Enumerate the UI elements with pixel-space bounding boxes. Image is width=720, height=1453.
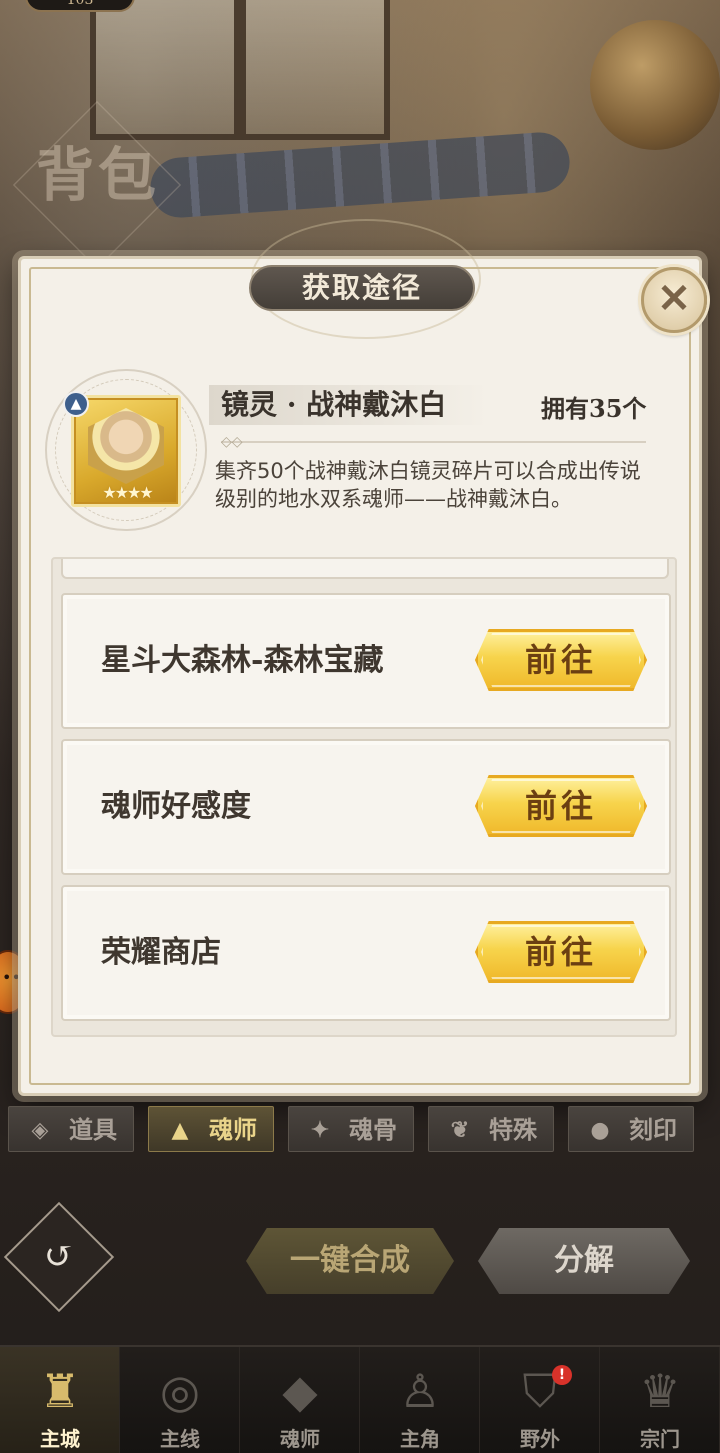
- divider-ornament: ◇◇: [221, 434, 243, 450]
- chain-decoration: [148, 130, 572, 220]
- nav-label: 主线: [160, 1427, 200, 1451]
- window-decoration: [90, 0, 390, 140]
- character-portrait: [88, 408, 164, 484]
- acquire-source-dialog: 获取途径 ✕ ★★★★ ▲ 镜灵 · 战神戴沐白 拥有35个 ◇◇ 集齐50个战…: [18, 219, 707, 1096]
- tab-special[interactable]: ❦ 特殊: [428, 1106, 554, 1152]
- source-row: 荣耀商店 前往: [61, 885, 671, 1021]
- source-name: 星斗大森林-森林宝藏: [101, 643, 384, 678]
- tab-label: 特殊: [489, 1115, 537, 1144]
- owned-count: 拥有35个: [541, 394, 647, 423]
- nav-label: 主城: [40, 1427, 80, 1451]
- soul-bone-icon: ✦: [310, 1117, 330, 1143]
- one-click-merge-button[interactable]: 一键合成: [246, 1228, 454, 1294]
- nav-wilderness[interactable]: ⛉ ! 野外: [480, 1347, 600, 1453]
- tab-label: 魂师: [209, 1115, 257, 1144]
- tab-label: 道具: [69, 1115, 117, 1144]
- bottom-navigation: ♜ 主城 ◎ 主线 ◆ 魂师 ♙ 主角 ⛉ ! 野外 ♛ 宗门: [0, 1345, 720, 1453]
- item-icon[interactable]: ★★★★: [71, 395, 181, 507]
- nav-main-line[interactable]: ◎ 主线: [120, 1347, 240, 1453]
- item-description: 集齐50个战神戴沐白镜灵碎片可以合成出传说级别的地水双系魂师——战神戴沐白。: [215, 459, 641, 511]
- wing-icon: ❦: [450, 1117, 470, 1143]
- go-button[interactable]: 前往: [475, 629, 647, 691]
- crest-icon: ♛: [639, 1364, 681, 1418]
- star-rating: ★★★★: [102, 483, 153, 502]
- notification-badge: !: [552, 1365, 572, 1385]
- source-name: 魂师好感度: [101, 789, 251, 824]
- nav-label: 主角: [400, 1427, 440, 1451]
- nav-protagonist[interactable]: ♙ 主角: [360, 1347, 480, 1453]
- source-row: 星斗大森林-森林宝藏 前往: [61, 593, 671, 729]
- soul-master-icon: ▲: [171, 1117, 189, 1143]
- tab-soul-masters[interactable]: ▲ 魂师: [148, 1106, 274, 1152]
- go-button[interactable]: 前往: [475, 775, 647, 837]
- element-badge-icon: ▲: [63, 391, 89, 417]
- go-button[interactable]: 前往: [475, 921, 647, 983]
- tab-soul-bones[interactable]: ✦ 魂骨: [288, 1106, 414, 1152]
- crystal-icon: ◆: [282, 1364, 318, 1418]
- items-icon: ◈: [31, 1117, 49, 1143]
- nav-label: 魂师: [280, 1427, 320, 1451]
- bag-title: 背包: [36, 141, 161, 209]
- decompose-button[interactable]: 分解: [478, 1228, 690, 1294]
- nav-label: 野外: [520, 1427, 560, 1451]
- castle-icon: ♜: [39, 1364, 81, 1418]
- hooded-figure-icon: ♙: [399, 1364, 441, 1418]
- list-item-partial: [61, 559, 669, 579]
- category-tabs: ◈ 道具 ▲ 魂师 ✦ 魂骨 ❦ 特殊 ● 刻印: [8, 1106, 720, 1154]
- tab-items[interactable]: ◈ 道具: [8, 1106, 134, 1152]
- tab-label: 魂骨: [349, 1115, 397, 1144]
- nav-label: 宗门: [640, 1427, 680, 1451]
- item-name: 镜灵 · 战神戴沐白: [209, 385, 489, 425]
- globe-decoration: [590, 20, 720, 150]
- level-badge: 103: [25, 0, 135, 12]
- tab-label: 刻印: [629, 1115, 677, 1144]
- source-list[interactable]: 星斗大森林-森林宝藏 前往 魂师好感度 前往 荣耀商店 前往: [51, 557, 677, 1037]
- nav-main-city[interactable]: ♜ 主城: [0, 1347, 120, 1453]
- divider: [221, 441, 646, 443]
- portal-icon: ◎: [159, 1364, 201, 1418]
- nav-soul-masters[interactable]: ◆ 魂师: [240, 1347, 360, 1453]
- source-row: 魂师好感度 前往: [61, 739, 671, 875]
- tab-engraving[interactable]: ● 刻印: [568, 1106, 694, 1152]
- close-button[interactable]: ✕: [641, 267, 707, 333]
- dialog-title: 获取途径: [249, 265, 475, 311]
- source-name: 荣耀商店: [101, 935, 221, 970]
- nav-sect[interactable]: ♛ 宗门: [600, 1347, 720, 1453]
- orb-icon: ●: [590, 1117, 610, 1143]
